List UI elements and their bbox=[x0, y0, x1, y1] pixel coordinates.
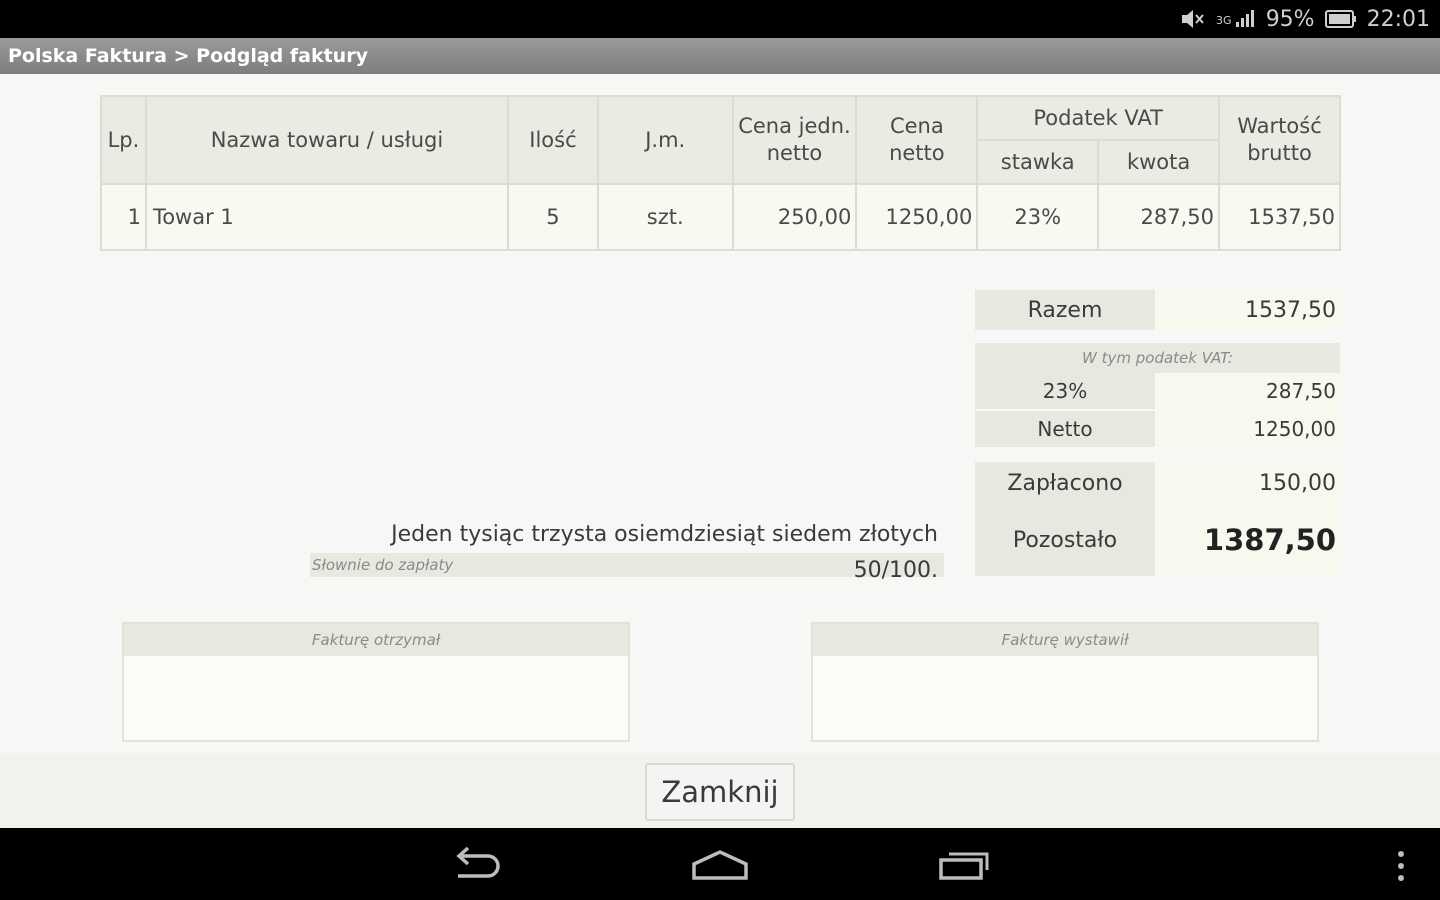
table-header-row: Lp. Nazwa towaru / usługi Ilość J.m. Cen… bbox=[100, 95, 1341, 185]
mute-icon bbox=[1180, 8, 1206, 30]
cell-qty: 5 bbox=[507, 183, 599, 251]
total-row: Razem 1537,50 bbox=[975, 290, 1340, 330]
header-vat: Podatek VAT bbox=[976, 95, 1221, 141]
net-label: Netto bbox=[975, 411, 1155, 447]
app-title-bar: Polska Faktura > Podgląd faktury bbox=[0, 38, 1440, 74]
paid-value: 150,00 bbox=[1155, 462, 1340, 504]
header-qty: Ilość bbox=[507, 95, 599, 185]
cell-name: Towar 1 bbox=[144, 183, 510, 251]
total-value: 1537,50 bbox=[1155, 290, 1340, 330]
header-gross: Wartość brutto bbox=[1218, 95, 1341, 185]
vat-caption: W tym podatek VAT: bbox=[975, 343, 1340, 373]
paid-label: Zapłacono bbox=[975, 462, 1155, 504]
header-lp: Lp. bbox=[100, 95, 147, 185]
signature-received-box: Fakturę otrzymał bbox=[122, 622, 630, 742]
signature-issued-caption: Fakturę wystawił bbox=[813, 624, 1317, 656]
signal-icon: 3G bbox=[1216, 9, 1256, 29]
invoice-preview: Lp. Nazwa towaru / usługi Ilość J.m. Cen… bbox=[0, 74, 1440, 828]
vat-row: 23% 287,50 bbox=[975, 373, 1340, 411]
signature-received-caption: Fakturę otrzymał bbox=[124, 624, 628, 656]
battery-percent: 95% bbox=[1265, 6, 1315, 32]
vat-rate-label: 23% bbox=[975, 373, 1155, 409]
status-bar: 3G 95% 22:01 bbox=[0, 0, 1440, 38]
cell-vat-amount: 287,50 bbox=[1097, 183, 1221, 251]
cell-unit: szt. bbox=[596, 183, 734, 251]
recent-apps-icon[interactable] bbox=[937, 846, 993, 886]
navigation-bar bbox=[0, 828, 1440, 900]
header-vat-amount: kwota bbox=[1097, 139, 1221, 185]
home-icon[interactable] bbox=[690, 846, 750, 886]
overflow-menu-icon[interactable] bbox=[1394, 850, 1408, 888]
cell-net: 1250,00 bbox=[855, 183, 979, 251]
amount-words-caption: Słownie do zapłaty bbox=[310, 553, 944, 577]
svg-text:3G: 3G bbox=[1216, 14, 1232, 27]
header-net: Cena netto bbox=[855, 95, 979, 185]
paid-row: Zapłacono 150,00 bbox=[975, 462, 1340, 504]
back-icon[interactable] bbox=[450, 846, 506, 886]
items-table: Lp. Nazwa towaru / usługi Ilość J.m. Cen… bbox=[100, 95, 1341, 251]
remaining-row: Pozostało 1387,50 bbox=[975, 504, 1340, 576]
battery-icon bbox=[1324, 10, 1357, 28]
clock: 22:01 bbox=[1366, 6, 1430, 32]
total-label: Razem bbox=[975, 290, 1155, 330]
amount-in-words: Jeden tysiąc trzysta osiemdziesiąt siede… bbox=[310, 517, 944, 583]
cell-lp: 1 bbox=[100, 183, 147, 251]
close-button[interactable]: Zamknij bbox=[645, 763, 795, 821]
cell-vat-rate: 23% bbox=[976, 183, 1100, 251]
net-row: Netto 1250,00 bbox=[975, 411, 1340, 447]
remaining-label: Pozostało bbox=[975, 504, 1155, 576]
net-value: 1250,00 bbox=[1155, 411, 1340, 447]
summary-panel: Razem 1537,50 W tym podatek VAT: 23% 287… bbox=[975, 290, 1340, 576]
header-name: Nazwa towaru / usługi bbox=[144, 95, 510, 185]
amount-words-text: Jeden tysiąc trzysta osiemdziesiąt siede… bbox=[391, 522, 938, 583]
table-row: 1 Towar 1 5 szt. 250,00 1250,00 23% 287,… bbox=[100, 183, 1341, 251]
remaining-value: 1387,50 bbox=[1155, 504, 1340, 576]
header-unit-price: Cena jedn. netto bbox=[731, 95, 858, 185]
cell-unit-price: 250,00 bbox=[731, 183, 858, 251]
cell-gross: 1537,50 bbox=[1218, 183, 1341, 251]
signature-issued-box: Fakturę wystawił bbox=[811, 622, 1319, 742]
vat-rate-value: 287,50 bbox=[1155, 373, 1340, 409]
header-vat-rate: stawka bbox=[976, 139, 1100, 185]
status-icons: 3G 95% 22:01 bbox=[1180, 0, 1430, 38]
header-unit: J.m. bbox=[596, 95, 734, 185]
